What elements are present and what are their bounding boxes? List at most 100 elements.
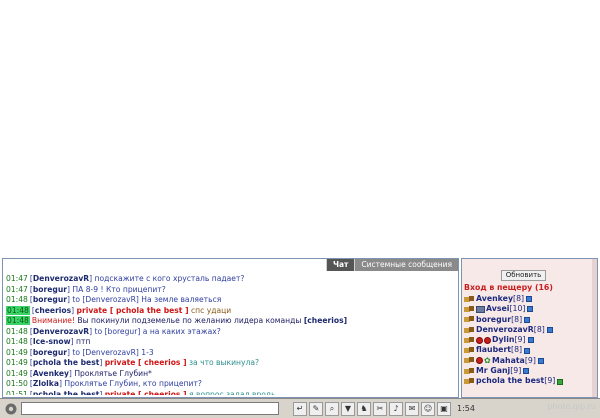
info-icon[interactable] [527,337,534,344]
user-name[interactable]: pchola the best [476,376,544,386]
user-level: [8] [533,324,545,334]
chat-message: 01:49 [boregur] to [DenverozavR] 1-3 [6,347,154,357]
team-icon [464,336,474,344]
game-view [0,0,600,258]
message-author[interactable]: boregur [33,295,67,304]
team-icon [464,347,474,354]
message-time: 01:49 [6,347,28,357]
message-text: Вы покинули подземелье по желанию лидера… [77,316,302,325]
info-icon[interactable] [523,368,530,375]
user-name[interactable]: Avenkey [476,294,513,304]
users-panel: Обновить Вход в пещеру (16) Avenkey [8] Av… [461,258,598,398]
private-recipient[interactable]: private [ cheerios ] [105,358,187,367]
info-icon[interactable] [537,357,544,364]
send-button[interactable]: ↵ [293,401,307,416]
message-recipient[interactable]: to [DenverozavR] [72,348,138,357]
user-list-item[interactable]: boregur [8] [464,315,591,325]
tab-system-messages[interactable]: Системные сообщения [354,259,458,271]
user-name[interactable]: boregur [476,315,511,325]
user-name[interactable]: Dylin [492,335,514,345]
message-time: 01:51 [6,389,28,396]
search-button[interactable]: ⌕ [325,401,339,416]
user-list-item[interactable]: DenverozavR [8] [464,325,591,335]
user-list-item[interactable]: Avenkey [8] [464,294,591,304]
message-author[interactable]: boregur [33,348,67,357]
user-name[interactable]: Mahata [492,356,525,366]
team-icon [464,316,474,323]
chat-message: 01:49 [Avenkey] Проклятье Глубин* [6,368,152,378]
cut-button[interactable]: ✂ [373,401,387,416]
message-time: 01:48 [6,326,28,336]
message-input[interactable] [21,402,279,415]
message-author[interactable]: DenverozavR [33,274,89,283]
message-author[interactable]: boregur [33,285,67,294]
message-author[interactable]: pchola the best [33,358,100,367]
user-list-item[interactable]: ✿ Mahata [9] [464,356,591,366]
user-list-item[interactable]: flaubert [8] [464,345,591,355]
info-icon[interactable] [524,347,531,354]
user-name[interactable]: flaubert [476,345,511,355]
message-recipient[interactable]: to [boregur] [95,327,141,336]
message-text: 1-3 [141,347,154,357]
emoji-button[interactable]: ☺ [421,401,435,416]
message-author[interactable]: cheerios [35,306,71,315]
system-warning: Внимание! [31,316,75,325]
info-icon[interactable] [524,316,531,323]
sound-button[interactable]: ♪ [389,401,403,416]
user-level: [10] [509,304,526,314]
message-text: На земле валяеться [141,295,222,304]
user-level: [8] [511,314,523,324]
user-list-item[interactable]: Dylin [9] [464,335,591,345]
alignment-icon [484,336,491,344]
tab-chat[interactable]: Чат [325,259,355,271]
message-author[interactable]: Zlolka [33,379,59,388]
user-level: [8] [511,345,523,355]
user-name[interactable]: Mr Ganj [476,366,510,376]
chat-message: 01:48 Внимание! Вы покинули подземелье по… [6,316,455,327]
message-author[interactable]: DenverozavR [33,327,89,336]
window-button[interactable]: ▣ [437,401,451,416]
user-list-scrollbar[interactable] [592,259,597,397]
user-list-item[interactable]: pchola the best [9] [464,376,591,386]
info-icon[interactable] [526,296,533,303]
message-author[interactable]: Ice-snow [33,337,71,346]
private-recipient[interactable]: private [ cheerios ] [105,390,187,396]
team-icon [464,295,474,303]
message-time: 01:48 [6,305,30,315]
chat-message: 01:48 [cheerios] private [ pchola the bes… [6,305,232,315]
chat-message: 01:47 [boregur] ПА 8-9 ! Кто прицепит? [6,284,166,294]
bottom-bar: ↵ ✎ ⌕ ▼ ♞ ✂ ♪ ✉ ☺ ▣ 1:54 [0,398,600,418]
message-author[interactable]: pchola the best [33,390,100,396]
clan-icon [476,305,485,313]
smile-button[interactable]: ✎ [309,401,323,416]
chat-settings-icon[interactable] [4,402,18,416]
message-time: 01:48 [6,316,30,325]
user-name[interactable]: Avsei [486,304,509,314]
message-time: 01:47 [6,274,28,283]
chat-message: 01:51 [pchola the best] private [ cheerio… [6,390,455,396]
message-text: подскажите с кого хрусталь падает? [94,274,245,283]
chat-message: 01:48 [boregur] to [DenverozavR] На земле… [6,295,222,304]
filter-button[interactable]: ▼ [341,401,355,416]
info-icon[interactable] [557,378,564,385]
message-text: за что выкинула? [188,358,260,367]
private-recipient[interactable]: private [ pchola the best ] [77,306,189,315]
message-recipient[interactable]: to [DenverozavR] [72,295,138,304]
user-list-item[interactable]: Mr Ganj [9] [464,366,591,376]
user-list-item[interactable]: Avsei [10] [464,304,591,314]
user-name[interactable]: DenverozavR [476,325,534,335]
message-time: 01:50 [6,379,28,388]
refresh-button[interactable]: Обновить [501,270,546,281]
info-icon[interactable] [527,306,534,313]
fight-button[interactable]: ♞ [357,401,371,416]
info-icon[interactable] [546,327,553,334]
clan-name[interactable]: [cheerios] [304,316,347,325]
user-list: Avenkey [8] Avsei [10] boregur [8] DenverozavR… [464,294,591,387]
message-text: птп [76,337,91,346]
message-text: а на каких этажах? [142,326,221,336]
message-author[interactable]: Avenkey [33,369,69,378]
chat-message: 01:48 [Ice-snow] птп [6,337,91,346]
message-text: Проклятье Глубин* [74,368,152,378]
leaf-icon: ✿ [484,356,491,366]
mail-button[interactable]: ✉ [405,401,419,416]
